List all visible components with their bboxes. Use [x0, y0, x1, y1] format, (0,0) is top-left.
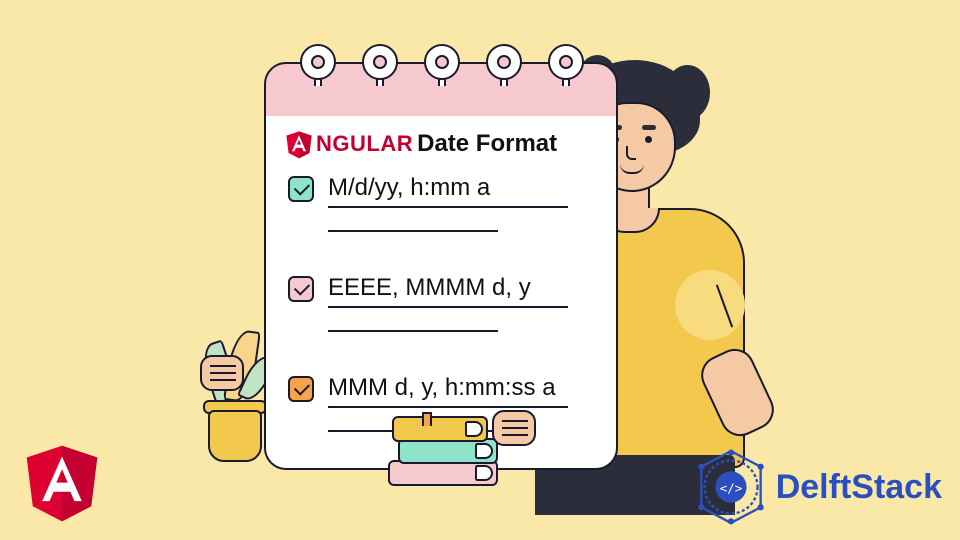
date-format-text: EEEE, MMMM d, y [328, 274, 531, 302]
book [392, 416, 488, 442]
notebook: NGULARDate Format M/d/yy, h:mm a EEEE, M… [264, 44, 618, 470]
nose [626, 146, 636, 160]
delftstack-wordmark: DelftStack [776, 468, 942, 507]
underline [328, 306, 568, 308]
svg-text:</>: </> [719, 480, 742, 495]
hand-left [200, 355, 244, 391]
checkbox-icon [288, 276, 314, 302]
books-illustration [380, 416, 510, 496]
delftstack-badge-icon: </> [692, 448, 770, 526]
eye [645, 136, 652, 143]
checkbox-icon [288, 376, 314, 402]
page-title: NGULARDate Format [316, 130, 557, 158]
pot [208, 410, 262, 462]
spiral-ring [362, 44, 398, 88]
shirt-pattern-dot [675, 270, 745, 340]
eyebrow [642, 125, 656, 130]
spiral-ring [300, 44, 336, 88]
spiral-ring [548, 44, 584, 88]
title-row: NGULARDate Format [284, 128, 557, 160]
underline [328, 330, 498, 332]
spiral-ring [424, 44, 460, 88]
title-text: Date Format [417, 130, 557, 157]
underline [328, 230, 498, 232]
spiral-ring [486, 44, 522, 88]
checkbox-icon [288, 176, 314, 202]
date-format-text: MMM d, y, h:mm:ss a [328, 374, 556, 402]
underline [328, 406, 568, 408]
date-format-text: M/d/yy, h:mm a [328, 174, 490, 202]
hand-right [492, 410, 536, 446]
underline [328, 206, 568, 208]
angular-icon [284, 128, 314, 160]
title-brand: NGULAR [316, 131, 413, 156]
angular-logo [20, 436, 104, 526]
delftstack-logo: </> DelftStack [692, 448, 942, 526]
